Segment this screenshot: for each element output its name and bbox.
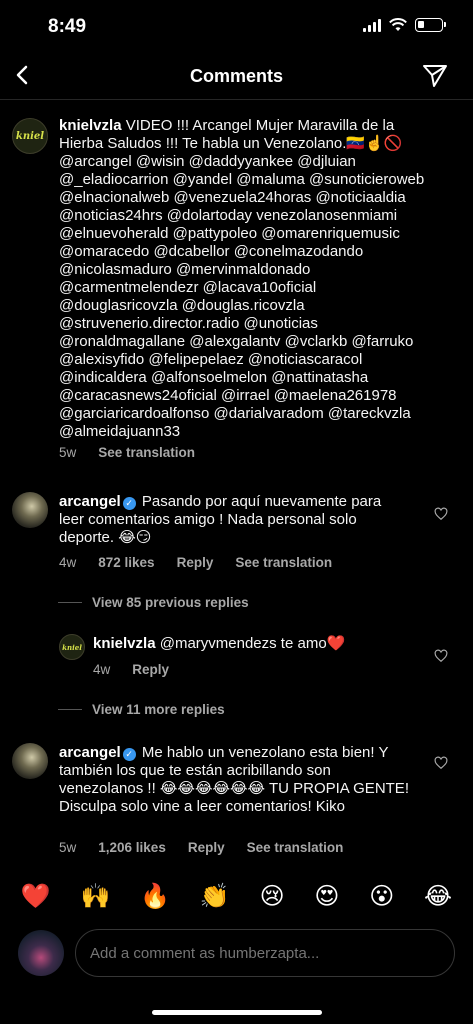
comment-composer xyxy=(0,927,473,981)
emoji-clap-button[interactable]: 👏 xyxy=(200,882,230,911)
like-heart-icon[interactable] xyxy=(434,649,448,663)
avatar[interactable]: kniel xyxy=(12,118,48,154)
reply-item: kniel knielvzla @maryvmendezs te amo❤️ 4… xyxy=(0,625,473,685)
comment-text: @maryvmendezs te amo❤️ xyxy=(159,635,346,652)
emoji-heart-eyes-button[interactable]: 😍 xyxy=(314,882,339,911)
divider-line xyxy=(58,602,82,603)
avatar[interactable] xyxy=(12,492,48,528)
verified-badge-icon: ✓ xyxy=(122,748,136,761)
view-more-replies-label: View 11 more replies xyxy=(92,702,225,717)
signal-icon xyxy=(363,18,381,32)
page-title: Comments xyxy=(189,66,283,86)
status-time: 8:49 xyxy=(48,16,87,37)
reply-button[interactable]: Reply xyxy=(177,555,214,570)
likes-count[interactable]: 1,206 likes xyxy=(98,840,166,855)
divider-line xyxy=(58,709,82,710)
comment-content: arcangel ✓ Me hablo un venezolano esta bi… xyxy=(59,744,414,816)
send-icon[interactable] xyxy=(421,62,449,90)
caption-comment: kniel knielvzla VIDEO !!! Arcangel Mujer… xyxy=(0,112,473,472)
caption-text: knielvzla VIDEO !!! Arcangel Mujer Marav… xyxy=(59,117,437,441)
likes-count[interactable]: 872 likes xyxy=(98,555,154,570)
username[interactable]: knielvzla xyxy=(59,117,122,134)
comment-item: arcangel ✓ Pasando por aquí nuevamente pa… xyxy=(0,486,473,576)
reply-meta: 4w Reply xyxy=(93,662,169,677)
header: Comments xyxy=(0,54,473,100)
verified-badge-icon: ✓ xyxy=(122,497,136,510)
status-bar: 8:49 xyxy=(0,0,473,54)
reply-content: knielvzla @maryvmendezs te amo❤️ xyxy=(93,635,423,653)
see-translation-link[interactable]: See translation xyxy=(247,840,344,855)
emoji-laughing-button[interactable]: 😂 xyxy=(424,882,452,911)
emoji-heart-button[interactable]: ❤️ xyxy=(21,882,51,911)
like-heart-icon[interactable] xyxy=(434,507,448,521)
reply-button[interactable]: Reply xyxy=(188,840,225,855)
see-translation-link[interactable]: See translation xyxy=(98,445,195,460)
comment-input[interactable] xyxy=(75,929,455,977)
home-indicator[interactable] xyxy=(152,1010,322,1015)
status-icons xyxy=(363,18,446,32)
comment-item: arcangel ✓ Me hablo un venezolano esta bi… xyxy=(0,737,473,862)
emoji-fire-button[interactable]: 🔥 xyxy=(140,882,170,911)
avatar[interactable] xyxy=(12,743,48,779)
reply-button[interactable]: Reply xyxy=(132,662,169,677)
username[interactable]: knielvzla xyxy=(93,635,156,652)
comment-meta: 4w 872 likes Reply See translation xyxy=(59,555,332,570)
username[interactable]: arcangel xyxy=(59,744,121,761)
emoji-surprised-button[interactable]: 😮 xyxy=(369,882,394,911)
view-previous-replies-label: View 85 previous replies xyxy=(92,595,249,610)
battery-icon xyxy=(415,18,446,32)
current-user-avatar xyxy=(18,930,64,976)
like-heart-icon[interactable] xyxy=(434,756,448,770)
comment-time: 4w xyxy=(59,555,77,570)
comment-meta: 5w See translation xyxy=(59,445,195,460)
view-more-replies-button[interactable]: View 11 more replies xyxy=(58,702,225,717)
avatar[interactable]: kniel xyxy=(59,634,85,660)
view-previous-replies-button[interactable]: View 85 previous replies xyxy=(58,595,249,610)
emoji-quick-bar: ❤️ 🙌 🔥 👏 😢 😍 😮 😂 xyxy=(0,878,473,914)
username[interactable]: arcangel xyxy=(59,493,121,510)
wifi-icon xyxy=(389,18,407,31)
comment-text: VIDEO !!! Arcangel Mujer Maravilla de la… xyxy=(59,117,425,440)
comment-time: 5w xyxy=(59,445,77,460)
comment-content: arcangel ✓ Pasando por aquí nuevamente pa… xyxy=(59,493,409,547)
emoji-crying-button[interactable]: 😢 xyxy=(260,882,285,911)
emoji-raised-hands-button[interactable]: 🙌 xyxy=(81,882,111,911)
see-translation-link[interactable]: See translation xyxy=(235,555,332,570)
comment-meta: 5w 1,206 likes Reply See translation xyxy=(59,840,343,855)
comment-time: 5w xyxy=(59,840,77,855)
comment-time: 4w xyxy=(93,662,111,677)
